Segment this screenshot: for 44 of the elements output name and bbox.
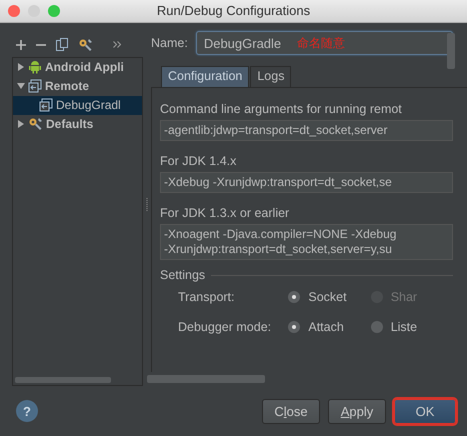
- collapsed-arrow-icon[interactable]: [17, 63, 25, 72]
- radio-label[interactable]: Attach: [308, 320, 344, 334]
- gear-wrench-icon[interactable]: [78, 38, 93, 52]
- annotation: 命名随意: [297, 34, 346, 52]
- copy-icon[interactable]: [56, 38, 68, 52]
- scrollbar-thumb[interactable]: [147, 375, 265, 383]
- ok-button[interactable]: OK: [394, 398, 456, 424]
- scrollbar-thumb[interactable]: [15, 377, 111, 383]
- radio-button[interactable]: [370, 321, 383, 333]
- tree-item[interactable]: Remote: [45, 79, 90, 94]
- arguments-field[interactable]: -agentlib:jdwp=transport=dt_socket,server: [160, 120, 453, 141]
- settings-heading: Settings: [160, 268, 206, 282]
- setting-label: Debugger mode:: [178, 320, 272, 334]
- collapsed-arrow-icon[interactable]: [17, 120, 25, 128]
- tab[interactable]: Logs: [250, 66, 292, 87]
- setting-label: Transport:: [178, 290, 236, 304]
- radio-label[interactable]: Socket: [308, 290, 347, 304]
- add-icon[interactable]: [16, 40, 26, 50]
- tree-item[interactable]: Android Appli: [45, 60, 124, 74]
- android-icon: [28, 60, 42, 74]
- section-label: For JDK 1.4.x: [160, 154, 238, 168]
- window-title: Run/Debug Configurations: [156, 3, 310, 18]
- tab[interactable]: Configuration: [161, 66, 250, 87]
- section-label: For JDK 1.3.x or earlier: [160, 206, 290, 220]
- dialog-button[interactable]: Apply: [328, 398, 386, 424]
- gear-wrench-icon: [28, 117, 43, 132]
- arguments-field[interactable]: -Xdebug -Xrunjdwp:transport=dt_socket,se: [160, 172, 453, 193]
- tree-item[interactable]: Defaults: [46, 117, 94, 132]
- window-arrow-icon: [39, 98, 53, 112]
- radio-button[interactable]: [288, 321, 300, 333]
- name-label: Name:: [151, 36, 188, 50]
- scrollbar-thumb[interactable]: [447, 33, 455, 69]
- arguments-field[interactable]: -Xnoagent -Djava.compiler=NONE -Xdebug -Xrunjdwp:transport=dt_socket,server=y,su: [160, 224, 453, 260]
- name-field[interactable]: DebugGradle 命名随意: [196, 31, 453, 55]
- help-button[interactable]: ?: [16, 400, 38, 422]
- more-icon[interactable]: [113, 41, 121, 48]
- close-button[interactable]: [8, 5, 20, 17]
- section-label: Command line arguments for running remot: [160, 102, 403, 116]
- radio-button[interactable]: [288, 291, 300, 303]
- splitter-handle-icon[interactable]: [146, 198, 148, 212]
- expanded-arrow-icon[interactable]: [17, 82, 25, 90]
- dialog-button[interactable]: Close: [262, 398, 320, 424]
- window-arrow-icon: [28, 79, 42, 94]
- radio-label[interactable]: Liste: [390, 320, 418, 334]
